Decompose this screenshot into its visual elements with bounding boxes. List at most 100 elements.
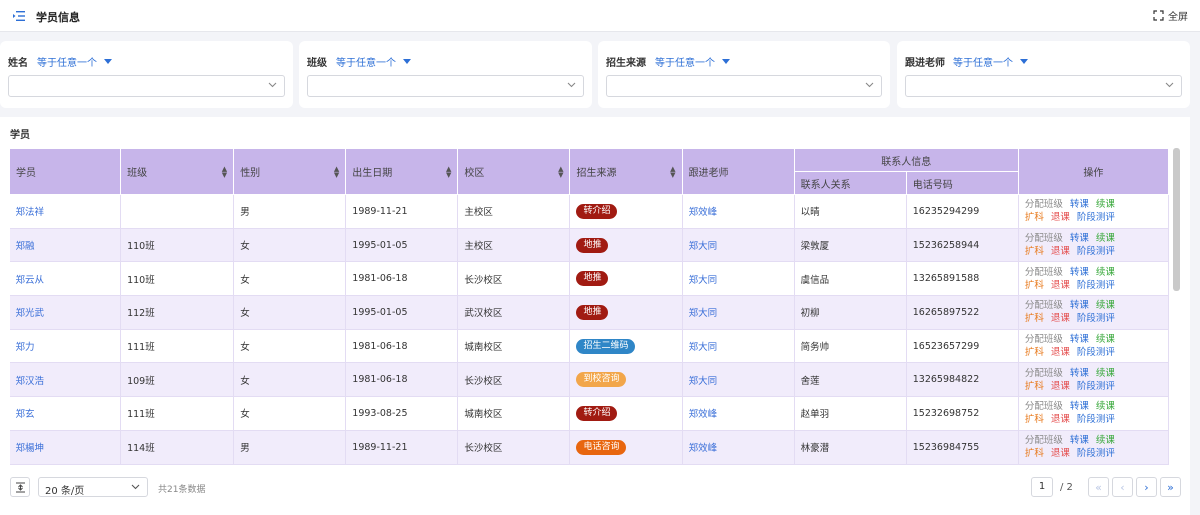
- assign-class-link[interactable]: 分配班级: [1025, 401, 1063, 412]
- renew-course-link[interactable]: 续课: [1096, 401, 1115, 412]
- filter-select[interactable]: [307, 75, 584, 97]
- student-name-link[interactable]: 郑汉浩: [16, 376, 45, 387]
- teacher-name-link[interactable]: 郑大同: [689, 241, 718, 252]
- expand-subject-link[interactable]: 扩科: [1025, 448, 1044, 459]
- column-header-gender[interactable]: 性别 ▲ ▼: [233, 148, 347, 195]
- assign-class-link[interactable]: 分配班级: [1025, 435, 1063, 446]
- teacher-name-link[interactable]: 郑效峰: [689, 409, 718, 420]
- renew-course-link[interactable]: 续课: [1096, 334, 1115, 345]
- first-page-button[interactable]: «: [1088, 477, 1109, 497]
- table-row[interactable]: 郑力 111班 女 1981-06-18 城南校区 招生二维码 郑大同 简务帅 16523657…: [9, 329, 1169, 364]
- stage-test-link[interactable]: 阶段测评: [1077, 414, 1115, 425]
- student-name-link[interactable]: 郑云从: [16, 275, 45, 286]
- student-name-link[interactable]: 郑光武: [16, 308, 45, 319]
- sort-icon[interactable]: ▲ ▼: [670, 165, 675, 178]
- last-page-button[interactable]: »: [1160, 477, 1181, 497]
- withdraw-course-link[interactable]: 退课: [1051, 313, 1070, 324]
- teacher-name-link[interactable]: 郑大同: [689, 275, 718, 286]
- renew-course-link[interactable]: 续课: [1096, 233, 1115, 244]
- student-name-link[interactable]: 郑力: [16, 342, 35, 353]
- column-header-teacher[interactable]: 跟进老师: [681, 148, 795, 195]
- table-row[interactable]: 郑楊坤 114班 男 1989-11-21 长沙校区 电话咨询 郑效峰 林豪潜 15236984…: [9, 430, 1169, 465]
- transfer-course-link[interactable]: 转课: [1070, 401, 1089, 412]
- filter-select[interactable]: [8, 75, 285, 97]
- transfer-course-link[interactable]: 转课: [1070, 267, 1089, 278]
- filter-operator[interactable]: 等于任意一个: [655, 54, 730, 69]
- withdraw-course-link[interactable]: 退课: [1051, 280, 1070, 291]
- renew-course-link[interactable]: 续课: [1096, 368, 1115, 379]
- table-scroll-area[interactable]: 学员 班级 ▲ ▼ 性别 ▲ ▼ 出生日期 ▲ ▼ 校区 ▲ ▼ 招生来源 ▲ ▼ 跟进老师 联系人…: [9, 148, 1169, 466]
- assign-class-link[interactable]: 分配班级: [1025, 199, 1063, 210]
- column-header-campus[interactable]: 校区 ▲ ▼: [457, 148, 571, 195]
- vertical-scrollbar[interactable]: [1173, 148, 1180, 291]
- withdraw-course-link[interactable]: 退课: [1051, 212, 1070, 223]
- column-header-class[interactable]: 班级 ▲ ▼: [120, 148, 235, 195]
- teacher-name-link[interactable]: 郑大同: [689, 376, 718, 387]
- expand-subject-link[interactable]: 扩科: [1025, 246, 1044, 257]
- filter-select[interactable]: [606, 75, 882, 97]
- assign-class-link[interactable]: 分配班级: [1025, 368, 1063, 379]
- table-row[interactable]: 郑法祥 男 1989-11-21 主校区 转介绍 郑效峰 以晴 16235294299 分配班级…: [9, 194, 1169, 229]
- transfer-course-link[interactable]: 转课: [1070, 300, 1089, 311]
- expand-subject-link[interactable]: 扩科: [1025, 280, 1044, 291]
- column-settings-button[interactable]: [10, 477, 30, 497]
- stage-test-link[interactable]: 阶段测评: [1077, 448, 1115, 459]
- filter-operator[interactable]: 等于任意一个: [336, 54, 411, 69]
- table-row[interactable]: 郑光武 112班 女 1995-01-05 武汉校区 地推 郑大同 初柳 16265897522…: [9, 295, 1169, 330]
- transfer-course-link[interactable]: 转课: [1070, 233, 1089, 244]
- sort-icon[interactable]: ▲ ▼: [222, 165, 227, 178]
- table-row[interactable]: 郑融 110班 女 1995-01-05 主校区 地推 郑大同 梁敦厦 15236258944 分…: [9, 228, 1169, 263]
- expand-subject-link[interactable]: 扩科: [1025, 212, 1044, 223]
- renew-course-link[interactable]: 续课: [1096, 300, 1115, 311]
- stage-test-link[interactable]: 阶段测评: [1077, 381, 1115, 392]
- page-size-select[interactable]: 20 条/页: [38, 477, 148, 497]
- filter-operator[interactable]: 等于任意一个: [953, 54, 1028, 69]
- transfer-course-link[interactable]: 转课: [1070, 435, 1089, 446]
- filter-operator[interactable]: 等于任意一个: [37, 54, 112, 69]
- stage-test-link[interactable]: 阶段测评: [1077, 280, 1115, 291]
- withdraw-course-link[interactable]: 退课: [1051, 246, 1070, 257]
- column-header-phone[interactable]: 电话号码: [905, 171, 1019, 195]
- sort-icon[interactable]: ▲ ▼: [446, 165, 451, 178]
- teacher-name-link[interactable]: 郑大同: [689, 342, 718, 353]
- teacher-name-link[interactable]: 郑效峰: [689, 443, 718, 454]
- table-row[interactable]: 郑汉浩 109班 女 1981-06-18 长沙校区 到校咨询 郑大同 舍莲 132659848…: [9, 362, 1169, 398]
- column-header-birth[interactable]: 出生日期 ▲ ▼: [345, 148, 459, 195]
- expand-subject-link[interactable]: 扩科: [1025, 347, 1044, 358]
- stage-test-link[interactable]: 阶段测评: [1077, 246, 1115, 257]
- stage-test-link[interactable]: 阶段测评: [1077, 212, 1115, 223]
- prev-page-button[interactable]: ‹: [1112, 477, 1133, 497]
- withdraw-course-link[interactable]: 退课: [1051, 381, 1070, 392]
- fullscreen-button[interactable]: 全屏: [1153, 8, 1188, 23]
- next-page-button[interactable]: ›: [1136, 477, 1157, 497]
- column-header-contact-rel[interactable]: 联系人关系: [793, 171, 907, 195]
- current-page-input[interactable]: 1: [1031, 477, 1053, 497]
- transfer-course-link[interactable]: 转课: [1070, 368, 1089, 379]
- assign-class-link[interactable]: 分配班级: [1025, 334, 1063, 345]
- table-row[interactable]: 郑云从 110班 女 1981-06-18 长沙校区 地推 郑大同 虞信品 1326589158…: [9, 261, 1169, 297]
- student-name-link[interactable]: 郑楊坤: [16, 443, 45, 454]
- filter-select[interactable]: [905, 75, 1182, 97]
- teacher-name-link[interactable]: 郑效峰: [689, 207, 718, 218]
- column-header-source[interactable]: 招生来源 ▲ ▼: [569, 148, 683, 195]
- withdraw-course-link[interactable]: 退课: [1051, 414, 1070, 425]
- menu-fold-icon[interactable]: [12, 9, 26, 23]
- withdraw-course-link[interactable]: 退课: [1051, 448, 1070, 459]
- withdraw-course-link[interactable]: 退课: [1051, 347, 1070, 358]
- expand-subject-link[interactable]: 扩科: [1025, 381, 1044, 392]
- table-row[interactable]: 郑玄 111班 女 1993-08-25 城南校区 转介绍 郑效峰 赵单羽 1523269875…: [9, 396, 1169, 431]
- expand-subject-link[interactable]: 扩科: [1025, 414, 1044, 425]
- assign-class-link[interactable]: 分配班级: [1025, 233, 1063, 244]
- stage-test-link[interactable]: 阶段测评: [1077, 313, 1115, 324]
- assign-class-link[interactable]: 分配班级: [1025, 267, 1063, 278]
- renew-course-link[interactable]: 续课: [1096, 199, 1115, 210]
- assign-class-link[interactable]: 分配班级: [1025, 300, 1063, 311]
- column-header-student[interactable]: 学员: [9, 148, 122, 195]
- student-name-link[interactable]: 郑玄: [16, 409, 35, 420]
- teacher-name-link[interactable]: 郑大同: [689, 308, 718, 319]
- transfer-course-link[interactable]: 转课: [1070, 199, 1089, 210]
- renew-course-link[interactable]: 续课: [1096, 435, 1115, 446]
- renew-course-link[interactable]: 续课: [1096, 267, 1115, 278]
- sort-icon[interactable]: ▲ ▼: [558, 165, 563, 178]
- student-name-link[interactable]: 郑法祥: [16, 207, 45, 218]
